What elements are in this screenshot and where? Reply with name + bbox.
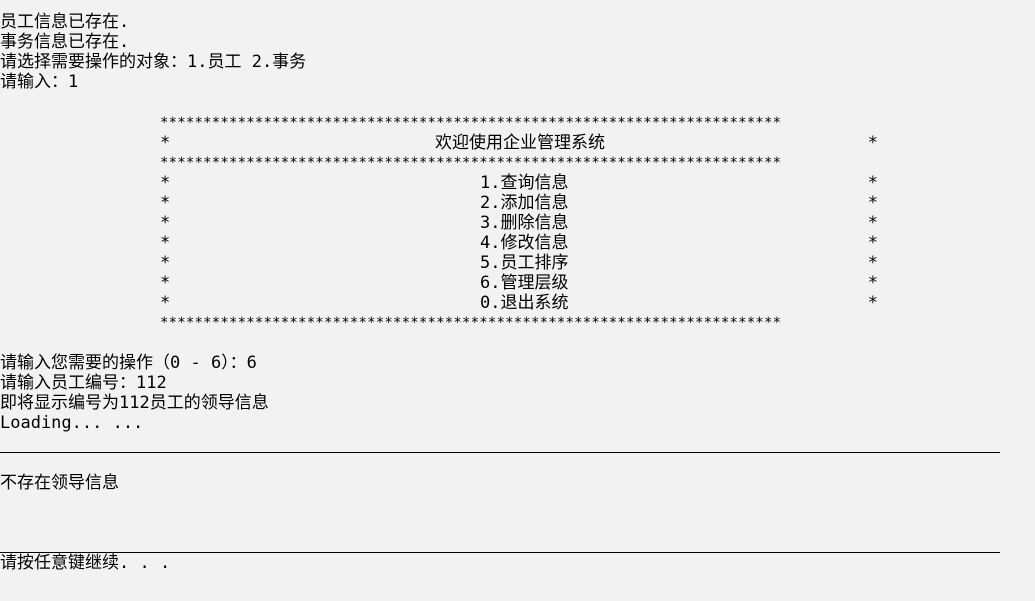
menu-edge-right: * [867,293,878,313]
menu-edge-left: * [160,253,171,273]
loading-line: Loading... ... [0,413,144,433]
menu-item-label: 5.员工排序 [480,253,569,273]
menu-item-exit: * 0.退出系统 * [160,293,880,313]
menu-edge-left: * [160,293,171,313]
menu-item-add: * 2.添加信息 * [160,193,880,213]
menu-item-delete: * 3.删除信息 * [160,213,880,233]
status-line-employee-exists: 员工信息已存在. [0,12,130,32]
display-leader-info-line: 即将显示编号为112员工的领导信息 [0,393,269,413]
menu-edge-left: * [160,193,171,213]
menu-edge-right: * [867,253,878,273]
menu-bottom-border: ****************************************… [160,315,782,331]
menu-edge-right: * [867,133,878,153]
status-line-affairs-exists: 事务信息已存在. [0,32,130,52]
menu-title-border: ****************************************… [160,155,782,171]
select-object-prompt: 请选择需要操作的对象：1.员工 2.事务 [0,52,307,72]
menu-item-label: 1.查询信息 [480,173,569,193]
menu-edge-right: * [867,233,878,253]
menu-item-sort: * 5.员工排序 * [160,253,880,273]
separator-top [0,452,1000,453]
press-any-key-prompt: 请按任意键继续. . . [0,553,171,573]
menu-item-hierarchy: * 6.管理层级 * [160,273,880,293]
menu-title-row: * 欢迎使用企业管理系统 * [160,133,880,153]
top-star-border: ****************************************… [160,0,782,8]
menu-edge-left: * [160,273,171,293]
menu-item-label: 0.退出系统 [480,293,569,313]
menu-edge-left: * [160,173,171,193]
menu-item-modify: * 4.修改信息 * [160,233,880,253]
menu-item-label: 4.修改信息 [480,233,569,253]
menu-edge-left: * [160,213,171,233]
menu-item-label: 2.添加信息 [480,193,569,213]
menu-top-border: ****************************************… [160,115,782,131]
result-message: 不存在领导信息 [0,473,119,493]
menu-item-label: 3.删除信息 [480,213,569,233]
employee-id-input-line: 请输入员工编号：112 [0,373,167,393]
menu-item-query: * 1.查询信息 * [160,173,880,193]
menu-edge-right: * [867,273,878,293]
menu-title: 欢迎使用企业管理系统 [435,133,605,153]
console-window[interactable]: ****************************************… [0,0,1035,601]
menu-edge-right: * [867,193,878,213]
menu-edge-right: * [867,173,878,193]
menu-edge-right: * [867,213,878,233]
input-echo-line: 请输入：1 [0,72,79,92]
menu-edge-left: * [160,233,171,253]
operation-input-line: 请输入您需要的操作（0 - 6）：6 [0,353,257,373]
menu-item-label: 6.管理层级 [480,273,569,293]
